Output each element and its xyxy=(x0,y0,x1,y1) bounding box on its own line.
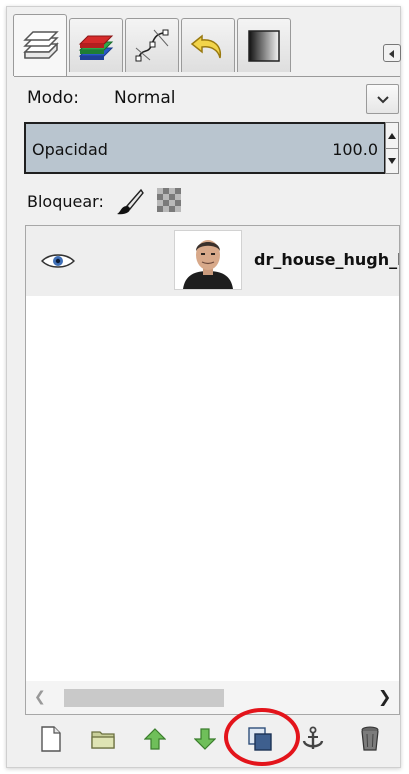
tab-paths[interactable] xyxy=(125,18,179,72)
opacity-label: Opacidad xyxy=(32,140,108,159)
tab-gradient[interactable] xyxy=(237,18,291,72)
open-folder-icon xyxy=(91,731,115,749)
alpha-lock-icon[interactable] xyxy=(157,188,181,212)
arrow-down-icon xyxy=(388,157,396,164)
layer-row[interactable]: dr_house_hugh_l xyxy=(26,226,399,296)
opacity-value: 100.0 xyxy=(332,140,378,159)
tab-channels[interactable] xyxy=(69,18,123,72)
anchor-icon xyxy=(302,726,324,749)
portrait-thumbnail xyxy=(174,230,242,290)
new-layer-icon xyxy=(41,726,61,752)
lower-layer-button[interactable] xyxy=(188,722,222,756)
scroll-right-icon[interactable]: ❯ xyxy=(378,687,391,706)
spin-up-button[interactable] xyxy=(386,123,398,149)
tab-layers[interactable] xyxy=(13,14,67,76)
layers-icon xyxy=(19,26,61,66)
mode-select-value[interactable]: Normal xyxy=(114,88,176,108)
brush-lock-icon[interactable] xyxy=(115,188,145,220)
tab-undo-history[interactable] xyxy=(181,18,235,72)
undo-icon xyxy=(188,26,228,66)
mode-dropdown-button[interactable] xyxy=(366,84,399,114)
delete-layer-button[interactable] xyxy=(353,722,387,756)
lock-label: Bloquear: xyxy=(27,192,104,211)
paths-icon xyxy=(132,26,172,66)
horizontal-scrollbar[interactable]: ❮ ❯ xyxy=(26,681,399,714)
chevron-down-icon xyxy=(376,90,390,109)
lower-layer-icon xyxy=(194,728,216,750)
red-highlight-circle xyxy=(224,708,300,766)
layer-name[interactable]: dr_house_hugh_l xyxy=(254,250,399,269)
scrollbar-thumb[interactable] xyxy=(64,689,224,707)
delete-layer-icon xyxy=(361,726,379,751)
raise-layer-icon xyxy=(144,728,166,750)
anchor-layer-button[interactable] xyxy=(296,722,330,756)
gradient-icon xyxy=(246,28,282,64)
opacity-spinner[interactable] xyxy=(385,122,399,174)
mode-label: Modo: xyxy=(27,88,79,108)
raise-layer-button[interactable] xyxy=(138,722,172,756)
arrow-up-icon xyxy=(388,132,396,139)
triangle-left-icon xyxy=(387,44,397,63)
opacity-slider[interactable]: Opacidad 100.0 xyxy=(24,122,386,174)
eye-icon[interactable] xyxy=(40,253,76,273)
dock-tab-bar xyxy=(13,14,401,78)
scroll-left-icon[interactable]: ❮ xyxy=(34,689,46,705)
new-layer-button[interactable] xyxy=(34,722,68,756)
tab-divider xyxy=(14,76,400,77)
channels-icon xyxy=(76,26,116,66)
tab-menu-button[interactable] xyxy=(383,44,401,62)
layers-list[interactable]: dr_house_hugh_l ❮ ❯ xyxy=(25,225,400,715)
open-layer-button[interactable] xyxy=(86,722,120,756)
spin-down-button[interactable] xyxy=(386,148,398,173)
